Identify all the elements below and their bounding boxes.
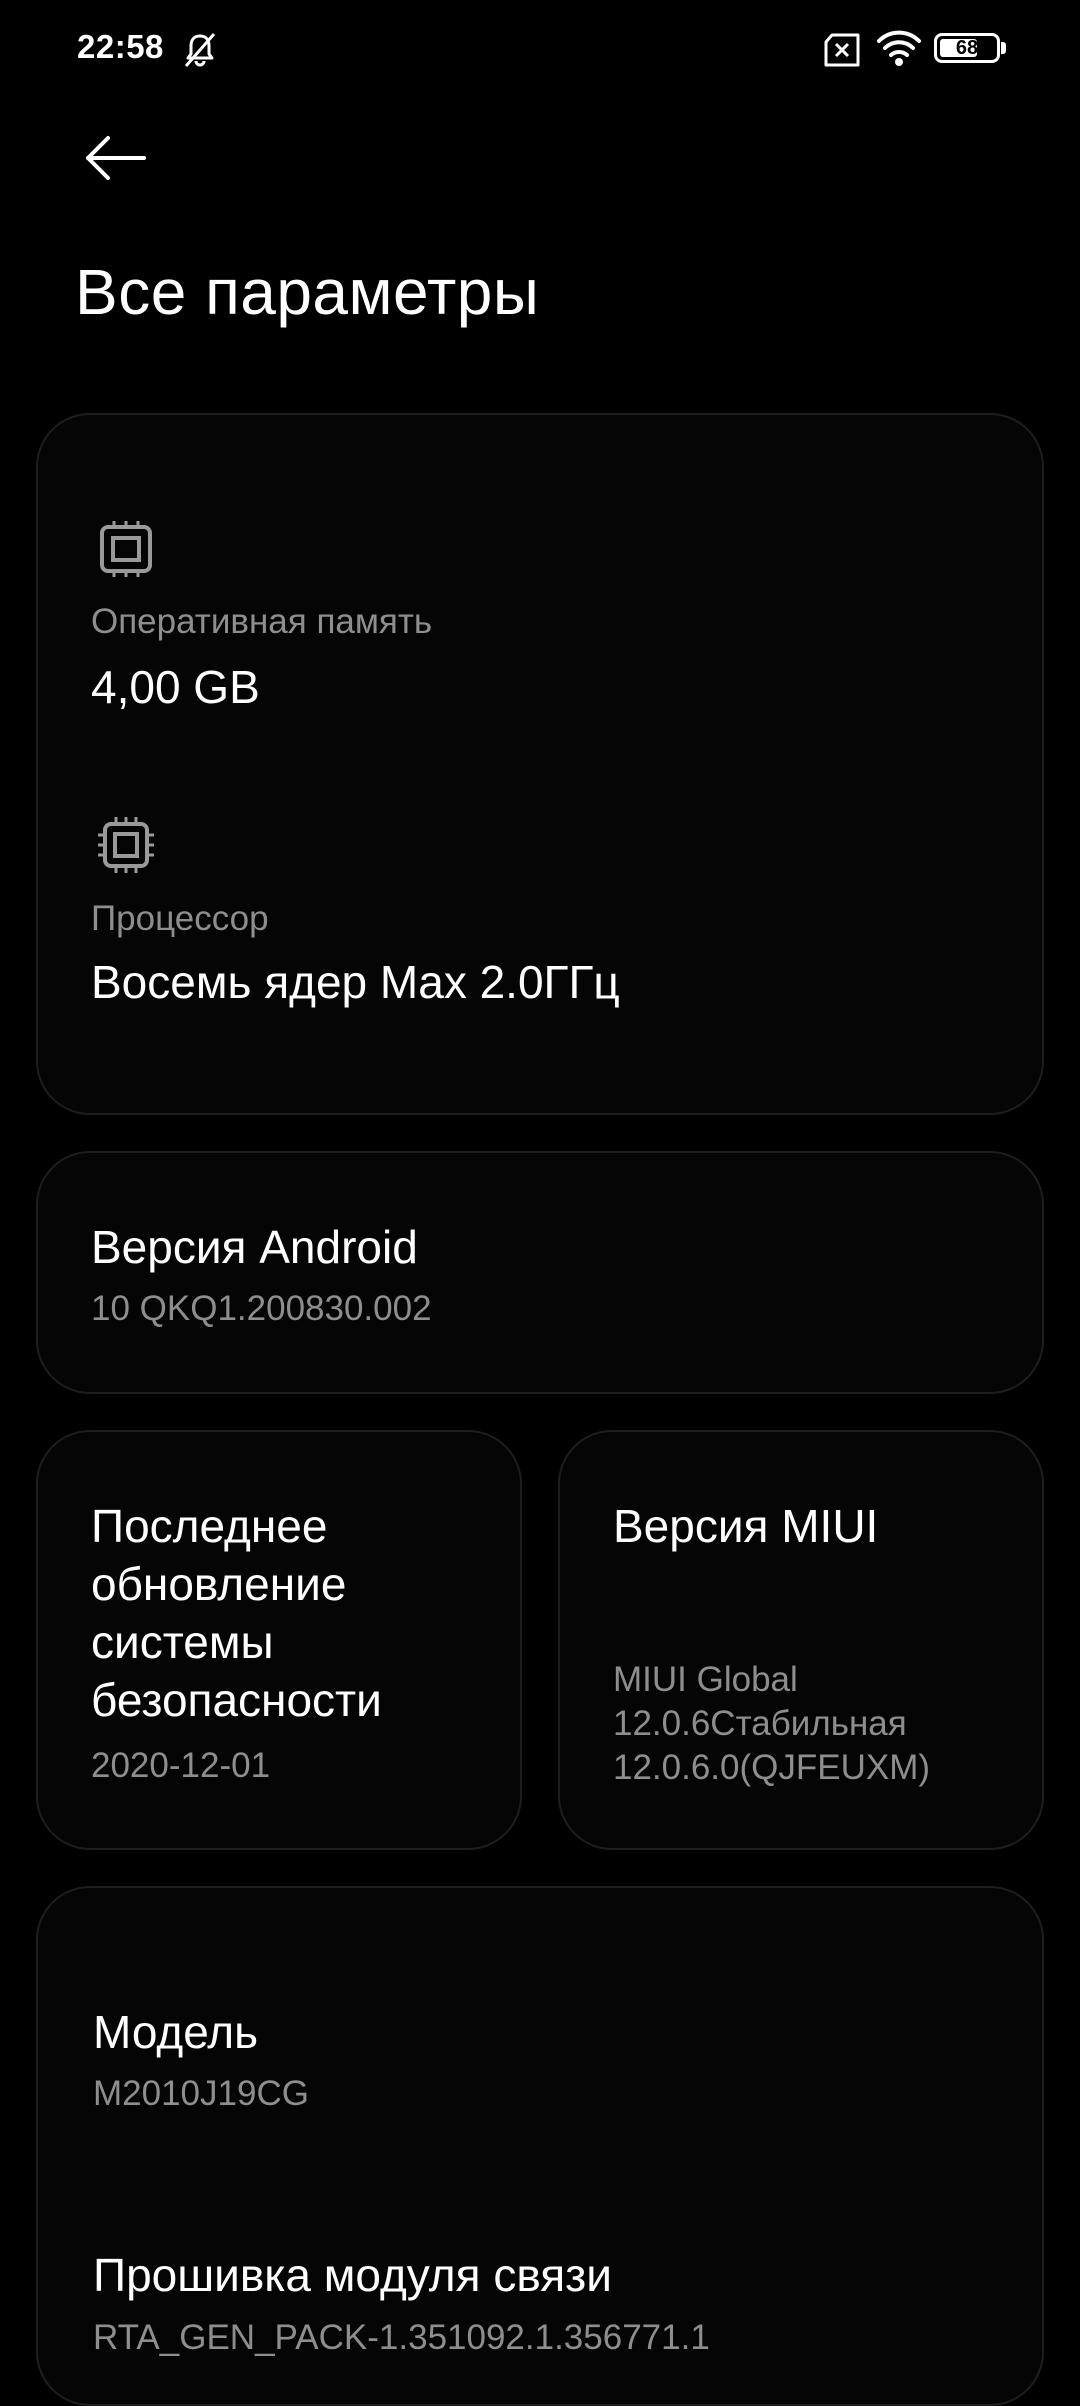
- back-arrow-icon[interactable]: [72, 120, 162, 200]
- device-info-card: Модель M2010J19CG Прошивка модуля связи …: [36, 1886, 1044, 2406]
- android-version-title: Версия Android: [91, 1221, 418, 1273]
- miui-value-line: 12.0.6Стабильная: [613, 1704, 907, 1743]
- miui-version-value: MIUI Global 12.0.6Стабильная 12.0.6.0(QJ…: [613, 1658, 930, 1790]
- cpu-label: Процессор: [91, 899, 269, 938]
- miui-value-line: 12.0.6.0(QJFEUXM): [613, 1748, 931, 1787]
- security-title-line: системы: [91, 1616, 274, 1668]
- security-title-line: обновление: [91, 1558, 347, 1610]
- security-update-title: Последнее обновление системы безопасност…: [91, 1497, 382, 1729]
- android-version-card[interactable]: Версия Android 10 QKQ1.200830.002: [36, 1151, 1044, 1394]
- security-title-line: безопасности: [91, 1674, 382, 1726]
- status-bar: 22:58 68: [0, 0, 1080, 100]
- battery-tip: [1001, 42, 1006, 54]
- miui-version-card[interactable]: Версия MIUI MIUI Global 12.0.6Стабильная…: [558, 1430, 1044, 1850]
- chip-icon: [100, 521, 152, 577]
- battery-level: 68: [955, 36, 979, 59]
- cpu-value: Восемь ядер Max 2.0ГГц: [91, 956, 620, 1008]
- wifi-icon: [877, 30, 921, 66]
- dnd-icon: [184, 33, 216, 67]
- page-title: Все параметры: [75, 256, 540, 328]
- miui-version-title: Версия MIUI: [613, 1500, 879, 1552]
- model-title: Модель: [93, 2006, 259, 2058]
- status-time: 22:58: [77, 28, 164, 65]
- baseband-title: Прошивка модуля связи: [93, 2249, 612, 2301]
- sim-error-icon: [824, 33, 860, 67]
- security-update-card[interactable]: Последнее обновление системы безопасност…: [36, 1430, 522, 1850]
- model-value: M2010J19CG: [93, 2074, 309, 2113]
- cpu-icon: [98, 817, 154, 873]
- miui-value-line: MIUI Global: [613, 1660, 798, 1699]
- security-update-value: 2020-12-01: [91, 1746, 271, 1785]
- ram-value: 4,00 GB: [91, 661, 260, 713]
- ram-label: Оперативная память: [91, 602, 433, 641]
- baseband-value: RTA_GEN_PACK-1.351092.1.356771.1: [93, 2318, 710, 2357]
- android-version-value: 10 QKQ1.200830.002: [91, 1289, 432, 1328]
- hardware-card: Оперативная память 4,00 GB Процессор Вос…: [36, 413, 1044, 1115]
- security-title-line: Последнее: [91, 1500, 328, 1552]
- battery-icon: 68: [934, 33, 1000, 63]
